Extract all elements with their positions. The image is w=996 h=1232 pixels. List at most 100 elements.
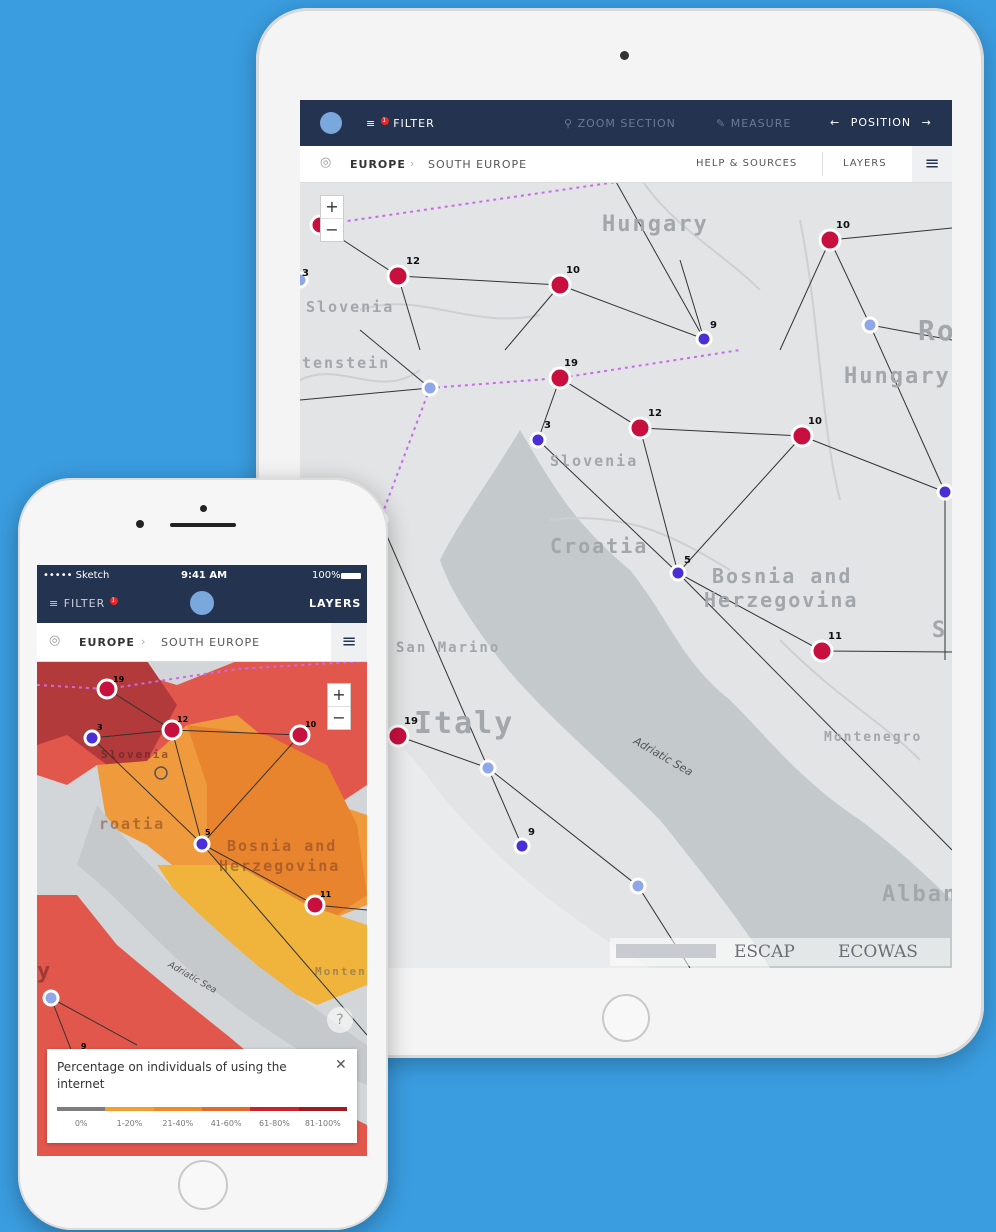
country-label: S [932,618,948,643]
phone-toolbar: ••••• Sketch 9:41 AM 100% ≡ FILTER 1 LAY… [37,565,367,623]
country-label: Croatia [550,534,649,558]
layers-link[interactable]: LAYERS [843,158,887,169]
node-count: 12 [406,256,420,267]
legend-panel: Percentage on individuals of using the i… [47,1049,357,1143]
legend-label: 41-60% [210,1119,242,1128]
node-count: 12 [648,408,662,419]
legend-label: 1-20% [116,1119,143,1128]
itu-logo-icon [190,591,214,615]
legend-label: 21-40% [162,1119,194,1128]
country-label: Hungary [844,364,951,389]
country-label: Alban [882,882,952,907]
filter-button[interactable]: ≡ FILTER 1 [49,597,118,610]
globe-icon: ◎ [49,633,61,648]
phone-sensor [200,505,207,512]
arrow-right-icon[interactable]: → [922,116,932,129]
phone-speaker [170,523,236,527]
breadcrumb-south-europe[interactable]: SOUTH EUROPE [428,158,527,171]
escap-logo: ESCAP [734,942,795,962]
phone-screen: Slovenia roatia Bosnia and Herzegovina M… [37,565,367,1156]
filter-label: FILTER [393,117,435,130]
zoom-out-button[interactable]: − [328,707,350,729]
breadcrumb-south-europe[interactable]: SOUTH EUROPE [161,636,260,649]
measure-label: MEASURE [730,117,792,130]
menu-icon[interactable]: ≡ [331,623,367,661]
node-count: 10 [305,720,317,729]
zoom-in-button[interactable]: + [328,684,350,707]
filter-button[interactable]: ≡ 1 FILTER [366,117,435,130]
node-count: 19 [113,675,125,684]
breadcrumb-europe[interactable]: EUROPE [350,158,406,171]
node-count: 11 [828,631,842,642]
help-sources-link[interactable]: HELP & SOURCES [696,158,797,169]
breadcrumb-europe[interactable]: EUROPE [79,636,135,649]
help-icon[interactable]: ? [327,1007,353,1033]
country-label: Bosnia and [227,837,338,855]
filter-icon: ≡ [49,597,60,610]
country-label: Italy [414,706,515,741]
zoom-section-button[interactable]: ⚲ ZOOM SECTION [564,117,676,130]
legend-label: 81-100% [304,1119,341,1128]
phone-camera [136,520,144,528]
node-count: 9 [710,320,717,331]
legend-label: 0% [74,1119,88,1128]
tablet-screen: Hungary Slovenia tenstein Hungary Sloven… [300,100,952,968]
tablet-breadcrumb-bar: ◎ EUROPE › SOUTH EUROPE HELP & SOURCES L… [300,146,952,183]
divider [822,152,823,176]
filter-icon: ≡ [366,117,377,130]
close-icon[interactable]: ✕ [335,1057,347,1073]
phone-home-button[interactable] [178,1160,228,1210]
node-count: 12 [177,715,189,724]
country-label: Slovenia [101,748,170,761]
tablet-zoom-control: + − [320,195,344,242]
tablet-home-button[interactable] [602,994,650,1042]
country-label: Herzegovina [704,588,859,612]
layers-button[interactable]: LAYERS [309,597,361,610]
country-label: Slovenia [550,452,639,470]
node-count: 5 [684,555,691,566]
node-count: 3 [97,723,103,732]
battery-icon [341,573,361,579]
ruler-icon: ✎ [716,117,727,130]
arrow-left-icon[interactable]: ← [830,116,840,129]
node-count: 10 [808,416,822,427]
globe-icon: ◎ [320,155,332,170]
country-label: tenstein [302,354,391,372]
country-label: Slovenia [306,298,395,316]
legend-label: 61-80% [259,1119,290,1128]
clock: 9:41 AM [181,570,228,581]
zoom-in-button[interactable]: + [321,196,343,219]
legend-title: Percentage on individuals of using the i… [57,1060,287,1091]
node-count: 11 [320,890,332,899]
phone-zoom-control: + − [327,683,351,730]
position-control[interactable]: ← POSITION → [830,116,932,129]
country-label: Montenegro [824,730,923,745]
itu-logo-icon [320,112,342,134]
country-label: Ro [918,314,952,347]
filter-badge: 1 [380,117,389,125]
country-label: Bosnia and [712,564,853,588]
zoom-section-label: ZOOM SECTION [577,117,676,130]
menu-icon[interactable]: ≡ [912,146,952,182]
legend-labels: 0% 1-20% 21-40% 41-60% 61-80% 81-100% [57,1119,347,1128]
node-count: 9 [528,827,535,838]
node-count: 19 [564,358,578,369]
zoom-out-button[interactable]: − [321,219,343,241]
tablet-camera [620,51,629,60]
node-count: 5 [205,828,211,837]
partner-logos: ESCAP ECOWAS [610,938,950,966]
chevron-right-icon: › [141,635,147,648]
itu-logo [616,944,716,958]
battery-status: 100% [312,570,341,581]
tablet-toolbar: ≡ 1 FILTER ⚲ ZOOM SECTION ✎ MEASURE ← PO… [300,100,952,146]
country-label: Hungary [602,212,709,237]
ecowas-logo: ECOWAS [838,942,918,962]
country-label: Herzegovina [219,857,341,875]
node-count: 19 [404,716,418,727]
country-label: San Marino [396,640,501,656]
node-count: 10 [836,220,850,231]
filter-label: FILTER [63,597,106,610]
country-label: y [37,959,53,984]
measure-button[interactable]: ✎ MEASURE [716,117,791,130]
node-count: 10 [566,265,580,276]
